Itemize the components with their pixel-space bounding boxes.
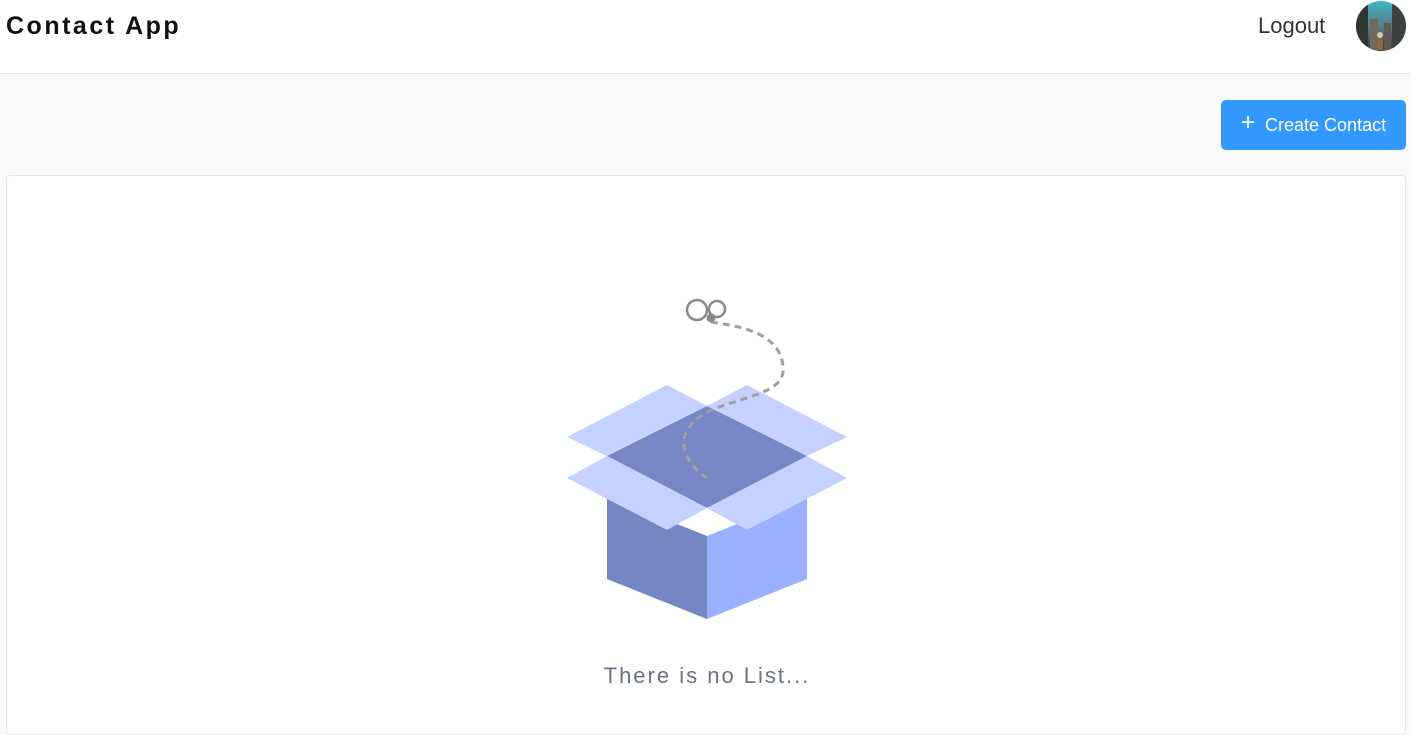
avatar-image — [1356, 1, 1406, 51]
empty-state-message: There is no List... — [603, 663, 811, 688]
plus-icon: + — [1241, 109, 1256, 136]
create-contact-label: Create Contact — [1265, 114, 1387, 135]
user-avatar[interactable] — [1356, 1, 1406, 51]
contact-list-panel: There is no List... — [6, 175, 1406, 735]
app-title: Contact App — [6, 12, 182, 40]
empty-box-icon — [567, 298, 847, 619]
logout-link[interactable]: Logout — [1258, 12, 1325, 40]
create-contact-button[interactable]: + Create Contact — [1221, 100, 1406, 150]
top-header: Contact App Logout — [0, 0, 1411, 74]
